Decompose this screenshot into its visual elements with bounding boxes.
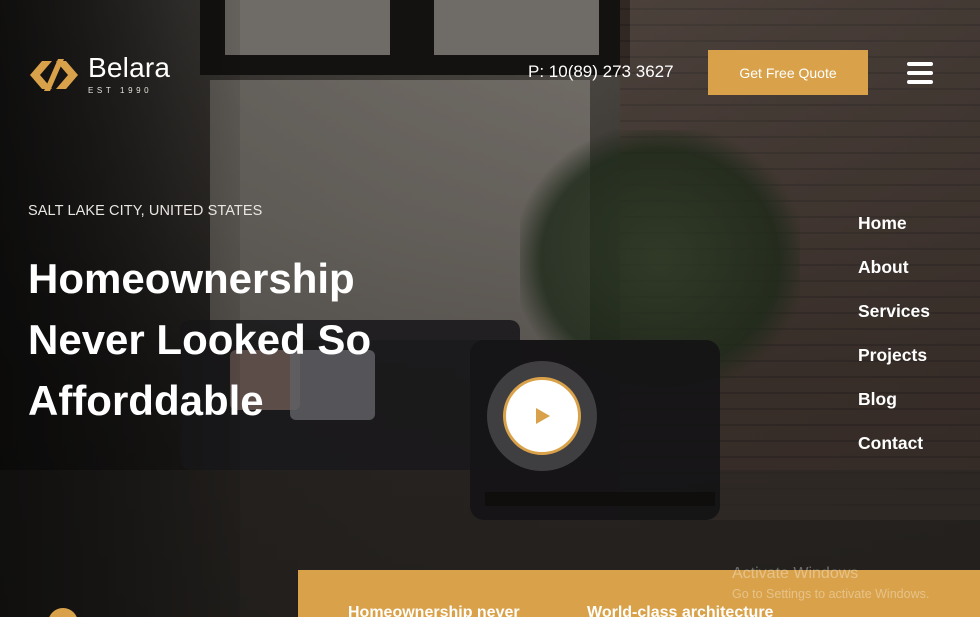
nav-projects[interactable]: Projects bbox=[858, 344, 930, 388]
feature-item: Homeownership never bbox=[348, 604, 520, 617]
windows-activation-watermark: Activate Windows Go to Settings to activ… bbox=[732, 565, 929, 601]
headline-line: Afforddable bbox=[28, 377, 264, 424]
nav-about[interactable]: About bbox=[858, 256, 930, 300]
feature-item: World-class architecture bbox=[587, 604, 774, 617]
nav-contact[interactable]: Contact bbox=[858, 432, 930, 476]
watermark-subtitle: Go to Settings to activate Windows. bbox=[732, 587, 930, 601]
headline-line: Homeownership bbox=[28, 255, 355, 302]
logo-name: Belara bbox=[88, 52, 171, 83]
hamburger-menu-icon[interactable] bbox=[905, 59, 935, 87]
logo-icon bbox=[28, 55, 80, 95]
nav-services[interactable]: Services bbox=[858, 300, 930, 344]
phone-number[interactable]: P: 10(89) 273 3627 bbox=[528, 62, 674, 82]
watermark-title: Activate Windows bbox=[732, 565, 859, 582]
hero-headline: Homeownership Never Looked So Afforddabl… bbox=[28, 248, 408, 431]
logo-established: EST 1990 bbox=[88, 86, 153, 95]
play-button-circle bbox=[503, 377, 581, 455]
headline-line: Never Looked So bbox=[28, 316, 372, 363]
window-pane bbox=[434, 0, 599, 55]
hero-location: SALT LAKE CITY, UNITED STATES bbox=[28, 203, 263, 219]
nav-home[interactable]: Home bbox=[858, 212, 930, 256]
brand-logo[interactable]: Belara EST 1990 bbox=[28, 54, 170, 95]
video-play-button[interactable] bbox=[487, 361, 597, 471]
nav-blog[interactable]: Blog bbox=[858, 388, 930, 432]
side-navigation: Home About Services Projects Blog Contac… bbox=[858, 212, 930, 476]
get-free-quote-button[interactable]: Get Free Quote bbox=[708, 50, 868, 95]
coffee-table bbox=[485, 492, 715, 506]
play-icon bbox=[536, 408, 550, 424]
window-pane bbox=[225, 0, 390, 55]
